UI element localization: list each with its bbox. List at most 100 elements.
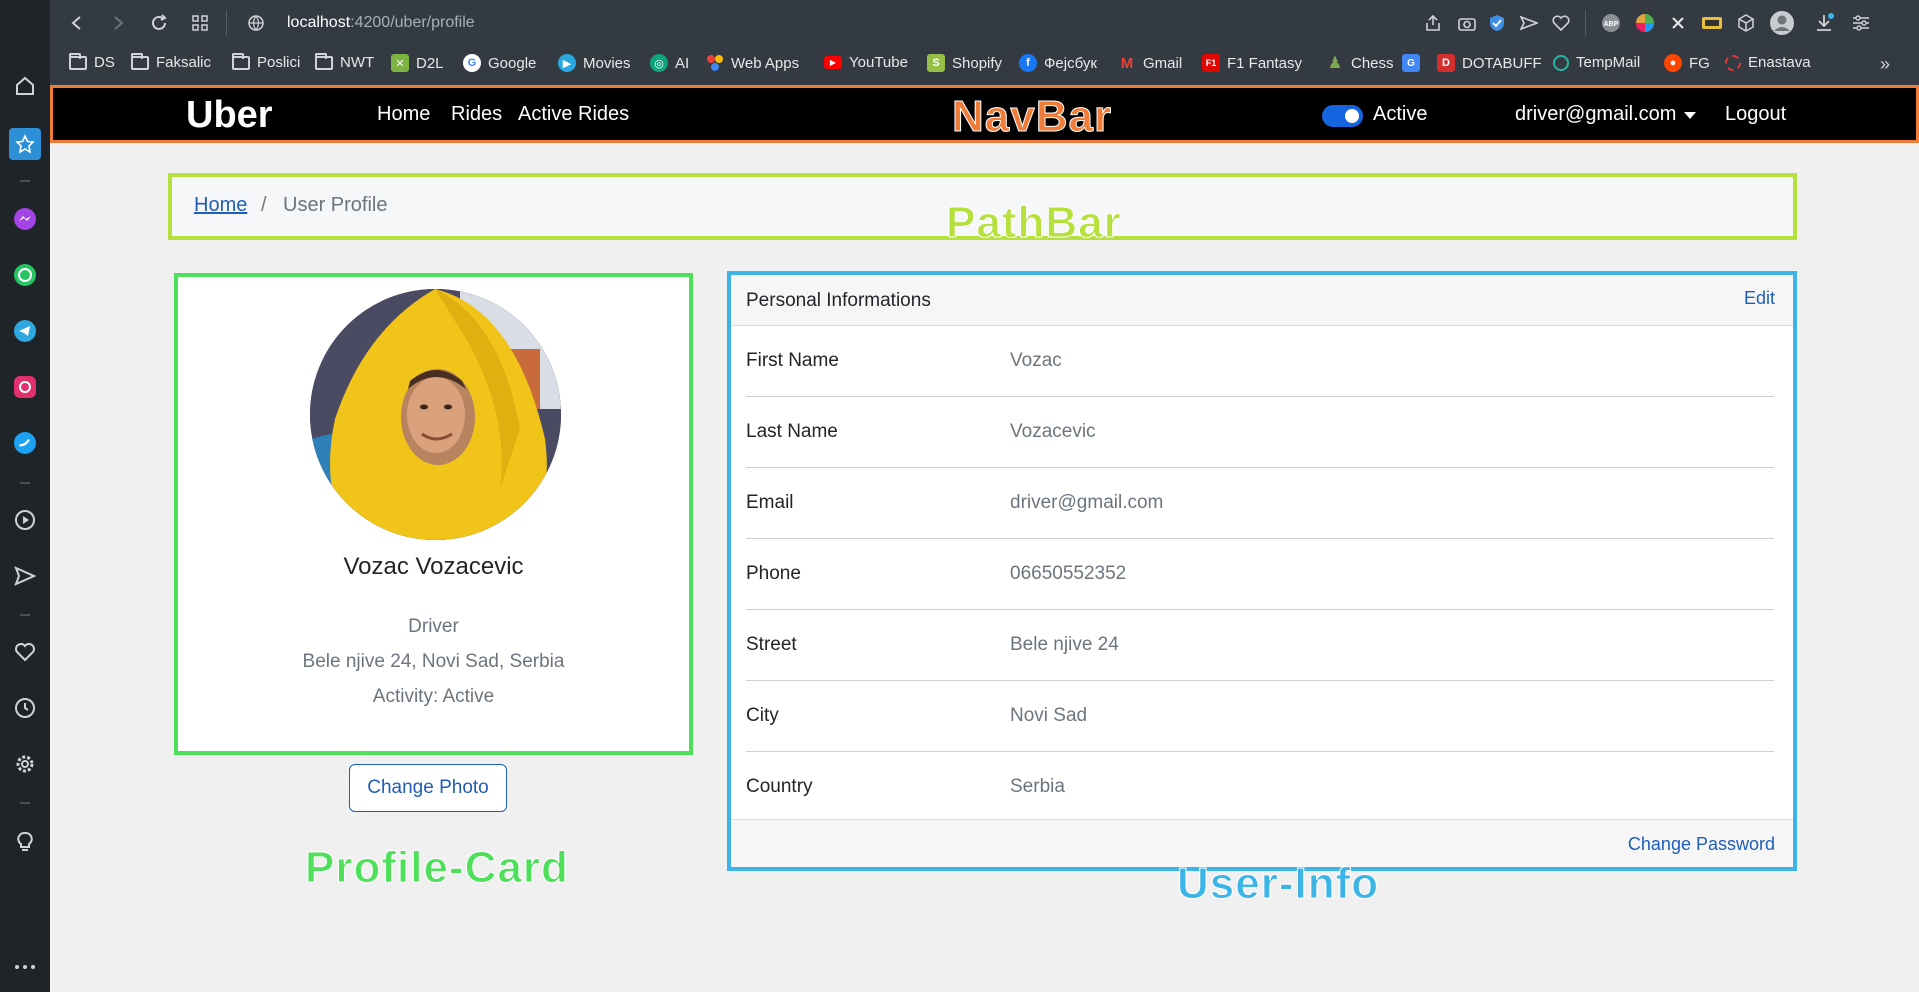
- folder-icon: [232, 52, 250, 70]
- bookmark-faksalic[interactable]: Faksalic: [131, 52, 211, 71]
- bookmark-translate[interactable]: G: [1402, 54, 1427, 72]
- svg-text:ABP: ABP: [1604, 21, 1619, 28]
- bookmark-nwt[interactable]: NWT: [315, 52, 375, 71]
- bookmark-youtube[interactable]: ▶ YouTube: [824, 54, 908, 71]
- sidebar-divider: [20, 614, 30, 616]
- bookmark-label: Chess: [1351, 54, 1394, 72]
- url-host: localhost: [287, 14, 351, 31]
- download-icon[interactable]: [1813, 12, 1835, 34]
- page-content: Uber Home Rides Active Rides Active driv…: [50, 85, 1919, 992]
- bookmark-label: TempMail: [1576, 54, 1641, 71]
- user-info-card: Personal Informations Edit First Name Vo…: [727, 271, 1797, 871]
- bookmark-fg[interactable]: ● FG: [1664, 54, 1710, 72]
- back-icon[interactable]: [66, 12, 88, 34]
- bookmark-movies[interactable]: ▶ Movies: [558, 54, 631, 72]
- speed-dial-icon[interactable]: [9, 128, 41, 160]
- chess-icon: ♟: [1327, 55, 1343, 72]
- extension-cube-icon[interactable]: [1735, 12, 1757, 34]
- toolbar-divider: [1585, 10, 1586, 36]
- settings-gear-icon[interactable]: [13, 752, 37, 776]
- adblock-plus-icon[interactable]: ABP: [1600, 12, 1622, 34]
- color-picker-icon[interactable]: [1634, 12, 1656, 34]
- bookmark-ai[interactable]: ◎ AI: [650, 54, 689, 72]
- bookmark-label: F1 Fantasy: [1227, 54, 1303, 72]
- more-options-icon[interactable]: [13, 955, 37, 979]
- forward-icon[interactable]: [107, 12, 129, 34]
- breadcrumb-home-link[interactable]: Home: [194, 194, 247, 217]
- folder-icon: [315, 52, 333, 70]
- camera-icon[interactable]: [1456, 12, 1478, 34]
- easy-setup-icon[interactable]: [1850, 12, 1872, 34]
- nav-link-active-rides[interactable]: Active Rides: [518, 103, 629, 126]
- bookmark-google[interactable]: G Google: [463, 54, 536, 72]
- facebook-icon: f: [1019, 54, 1037, 72]
- profile-role: Driver: [408, 616, 459, 637]
- user-info-header: Personal Informations Edit: [731, 275, 1793, 326]
- edit-link[interactable]: Edit: [1744, 288, 1775, 309]
- messenger-icon[interactable]: [13, 207, 37, 231]
- info-value: 06650552352: [1010, 563, 1127, 584]
- info-row-last-name: Last Name Vozacevic: [746, 397, 1774, 468]
- home-icon[interactable]: [13, 74, 37, 98]
- bookmark-enastava[interactable]: Enastava: [1725, 54, 1811, 71]
- heart-icon[interactable]: [13, 640, 37, 664]
- bookmark-ds[interactable]: DS: [69, 52, 115, 71]
- bookmark-label: Gmail: [1143, 54, 1183, 72]
- caret-down-icon[interactable]: [1684, 112, 1696, 119]
- bookmark-gmail[interactable]: M Gmail: [1118, 54, 1182, 72]
- bookmark-label: Фејсбук: [1044, 54, 1097, 72]
- share-icon[interactable]: [1422, 12, 1444, 34]
- player-icon[interactable]: [13, 508, 37, 532]
- brand-logo[interactable]: Uber: [186, 94, 273, 137]
- send-icon[interactable]: [13, 564, 37, 588]
- user-menu-dropdown[interactable]: driver@gmail.com: [1515, 103, 1676, 126]
- bookmark-facebook[interactable]: f Фејсбук: [1019, 54, 1097, 72]
- change-photo-button[interactable]: Change Photo: [349, 764, 507, 812]
- instagram-icon[interactable]: [13, 375, 37, 399]
- heart-icon[interactable]: [1550, 12, 1572, 34]
- info-value: Bele njive 24: [1010, 634, 1119, 655]
- bookmark-f1-fantasy[interactable]: F1 F1 Fantasy: [1202, 54, 1302, 72]
- folder-icon: [69, 52, 87, 70]
- bookmark-label: Shopify: [952, 54, 1003, 72]
- address-bar[interactable]: localhost:4200/uber/profile: [287, 14, 475, 32]
- browser-toolbar: localhost:4200/uber/profile ABP DS Faksa…: [50, 0, 1919, 85]
- tabs-grid-icon[interactable]: [189, 12, 211, 34]
- nav-link-rides[interactable]: Rides: [451, 103, 502, 126]
- bookmarks-overflow-icon[interactable]: »: [1880, 54, 1890, 75]
- tempmail-icon: [1553, 54, 1569, 71]
- bookmark-chess[interactable]: ♟ Chess: [1326, 54, 1394, 73]
- active-status-toggle[interactable]: [1322, 105, 1363, 127]
- bookmark-shopify[interactable]: S Shopify: [927, 54, 1002, 72]
- bookmark-tempmail[interactable]: TempMail: [1553, 54, 1640, 71]
- nav-link-home[interactable]: Home: [377, 103, 430, 126]
- sidebar-divider: [20, 180, 30, 182]
- telegram-icon[interactable]: [13, 319, 37, 343]
- logout-link[interactable]: Logout: [1725, 103, 1786, 126]
- bookmark-label: NWT: [340, 54, 375, 71]
- whatsapp-icon[interactable]: [13, 263, 37, 287]
- shield-check-icon[interactable]: [1486, 12, 1508, 34]
- reload-icon[interactable]: [148, 12, 170, 34]
- bookmark-label: Enastava: [1748, 54, 1811, 71]
- globe-icon[interactable]: [245, 12, 267, 34]
- bookmark-d2l[interactable]: ✕ D2L: [391, 54, 444, 72]
- sidebar-divider: [20, 482, 30, 484]
- dotabuff-icon: D: [1437, 54, 1455, 72]
- change-password-link[interactable]: Change Password: [1628, 834, 1775, 855]
- profile-avatar-icon[interactable]: [1769, 10, 1795, 36]
- extension-ticket-icon[interactable]: [1701, 12, 1723, 34]
- bookmark-poslici[interactable]: Poslici: [232, 52, 300, 71]
- bookmark-web-apps[interactable]: Web Apps: [706, 54, 799, 72]
- navbar-annotation: NavBar: [951, 92, 1113, 142]
- avatar: [310, 289, 561, 540]
- twitter-icon[interactable]: [13, 431, 37, 455]
- send-icon[interactable]: [1518, 12, 1540, 34]
- gmail-icon: M: [1120, 54, 1134, 72]
- info-row-city: City Novi Sad: [746, 681, 1774, 752]
- lightbulb-icon[interactable]: [13, 830, 37, 854]
- bookmark-label: FG: [1689, 54, 1710, 72]
- extension-x-icon[interactable]: [1667, 12, 1689, 34]
- bookmark-dotabuff[interactable]: D DOTABUFF: [1437, 54, 1542, 72]
- history-icon[interactable]: [13, 696, 37, 720]
